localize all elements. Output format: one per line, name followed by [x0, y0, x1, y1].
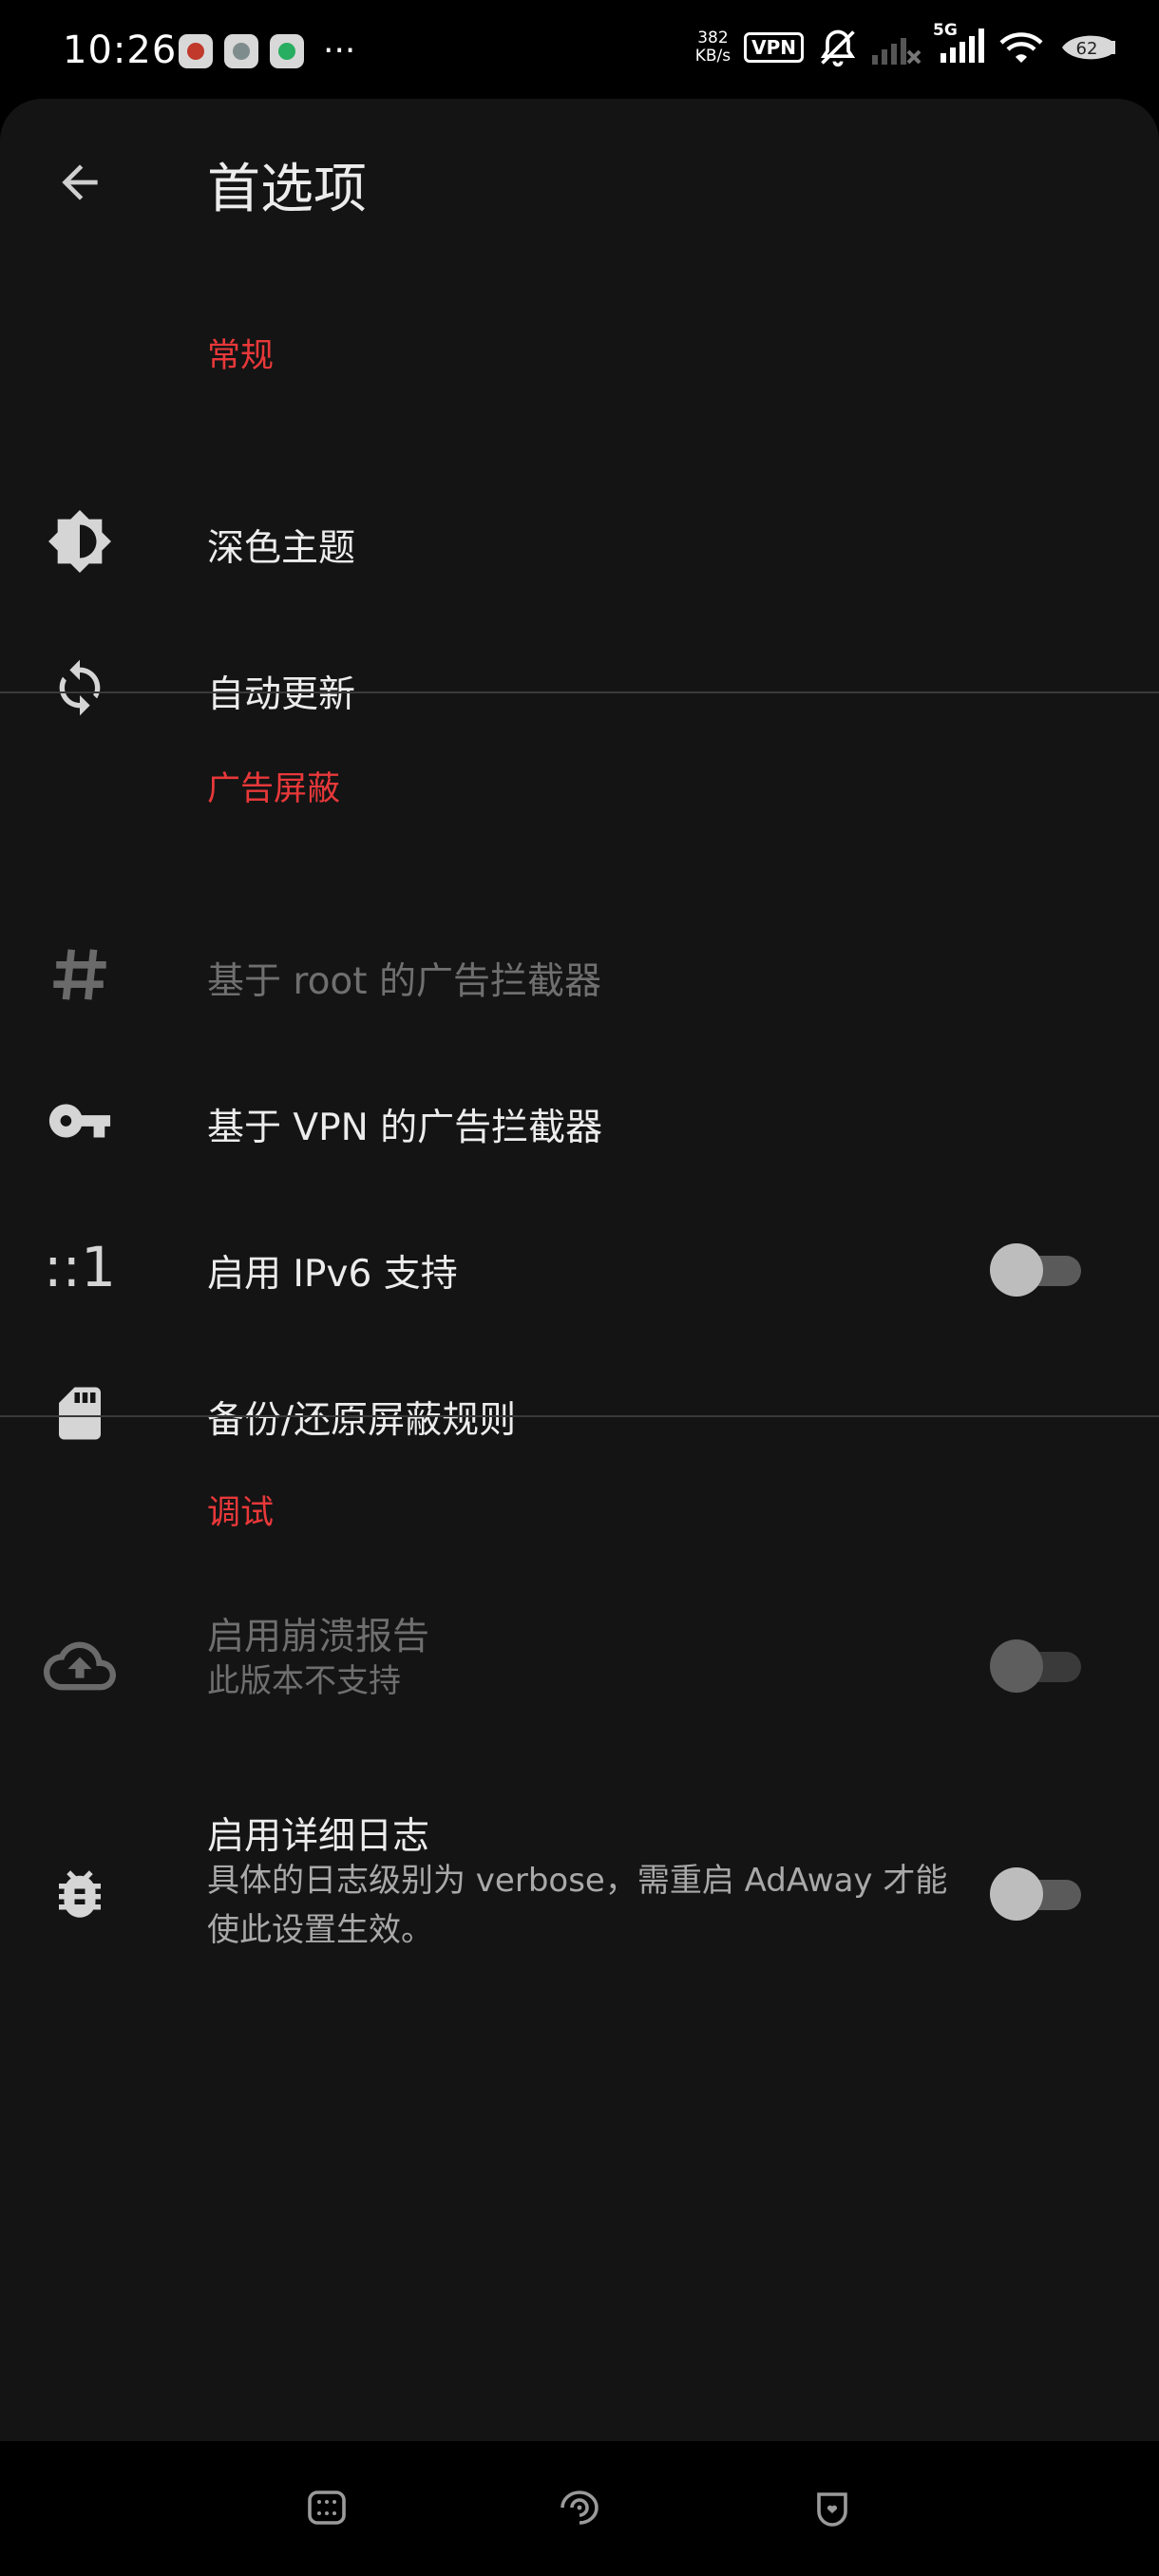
verbose-log-switch[interactable] [990, 1867, 1081, 1921]
wifi-icon [999, 32, 1043, 63]
page-title: 首选项 [207, 159, 367, 220]
pref-auto-update[interactable]: 自动更新 [0, 617, 1159, 764]
cloud-upload-icon [38, 1624, 122, 1708]
section-header-debug: 调试 [207, 1494, 275, 1532]
pref-crash-report: 启用崩溃报告 此版本不支持 [0, 1581, 1159, 1752]
brightness-icon [38, 500, 122, 583]
back-icon [817, 2492, 847, 2527]
status-bar: 10:26 ··· 382 KB/s VPN 5G 62 [0, 0, 1159, 104]
crash-report-switch [990, 1639, 1081, 1693]
arrow-back-icon [62, 164, 98, 200]
nav-home-button[interactable] [551, 2479, 608, 2536]
mute-bell-icon [820, 29, 856, 67]
notification-icons: ··· [179, 34, 355, 68]
nav-menu-button[interactable] [298, 2479, 355, 2536]
pref-dark-theme[interactable]: 深色主题 [0, 471, 1159, 617]
sd-card-icon [38, 1372, 122, 1455]
status-indicators: 382 KB/s VPN 5G 62 [694, 21, 1117, 68]
status-time: 10:26 [63, 28, 178, 72]
more-notifications-icon: ··· [323, 31, 356, 70]
app-notification-icon [270, 34, 304, 68]
app-notification-icon [224, 34, 258, 68]
pref-ipv6[interactable]: ::1 启用 IPv6 支持 [0, 1197, 1159, 1343]
pref-root-blocker: 基于 root 的广告拦截器 [0, 904, 1159, 1051]
signal-5g-icon: 5G [933, 21, 984, 66]
app-notification-icon [179, 34, 213, 68]
ipv6-icon: ::1 [44, 1235, 116, 1299]
home-icon [560, 2491, 598, 2525]
section-header-general: 常规 [207, 337, 275, 375]
toolbar: 首选项 [0, 99, 1159, 258]
bug-icon [38, 1852, 122, 1936]
pref-vpn-blocker[interactable]: 基于 VPN 的广告拦截器 [0, 1051, 1159, 1197]
menu-icon [308, 2491, 346, 2525]
sync-icon [38, 646, 122, 729]
pref-verbose-log[interactable]: 启用详细日志 具体的日志级别为 verbose，需重启 AdAway 才能使此设… [0, 1780, 1159, 2008]
section-divider [0, 691, 1159, 693]
section-divider [0, 1415, 1159, 1417]
ipv6-switch[interactable] [990, 1243, 1081, 1297]
preferences-screen: 首选项 常规 深色主题 自动更新 广告屏蔽 基于 root 的广告拦截器 基于 … [0, 99, 1159, 2441]
nav-back-button[interactable] [804, 2479, 861, 2536]
back-button[interactable] [38, 141, 122, 224]
key-icon [38, 1079, 122, 1163]
hash-icon [38, 933, 122, 1016]
svg-text:62: 62 [1076, 39, 1098, 59]
signal-off-icon [872, 38, 922, 65]
vpn-badge: VPN [744, 32, 804, 63]
section-header-ad-blocking: 广告屏蔽 [207, 770, 341, 808]
battery-icon: 62 [1058, 31, 1117, 64]
network-speed: 382 KB/s [694, 28, 732, 66]
system-nav-bar [0, 2441, 1159, 2576]
